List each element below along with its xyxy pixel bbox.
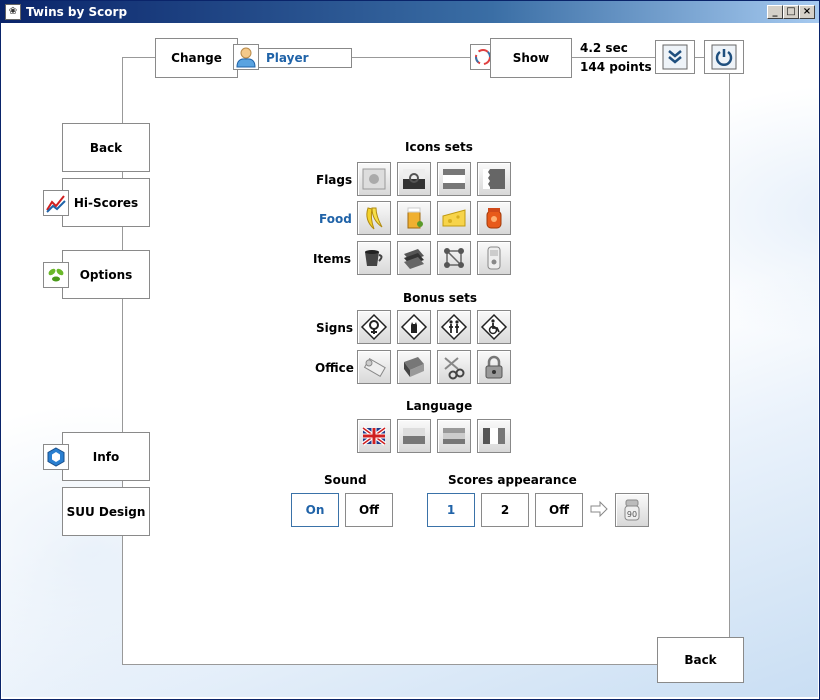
cheese-icon[interactable] <box>437 201 471 235</box>
scores-option-2-button[interactable]: 2 <box>481 493 529 527</box>
footer-back-button[interactable]: Back <box>657 637 744 683</box>
info-button[interactable]: Info <box>62 432 150 481</box>
bonus-set-label-office[interactable]: Office <box>315 361 354 375</box>
options-button[interactable]: Options <box>62 250 150 299</box>
scores-option-1-button[interactable]: 1 <box>427 493 475 527</box>
maximize-button[interactable]: □ <box>783 5 799 19</box>
bonus-sets-heading: Bonus sets <box>403 291 477 305</box>
cup-icon[interactable] <box>357 241 391 275</box>
close-button[interactable]: × <box>799 5 815 19</box>
scissors-icon[interactable] <box>437 350 471 384</box>
elapsed-time: 4.2 sec <box>580 41 628 55</box>
pedestrians-sign-icon[interactable] <box>437 310 471 344</box>
flag-4-icon[interactable] <box>477 162 511 196</box>
info-hexagon-icon <box>43 444 69 470</box>
language-3-icon[interactable] <box>437 419 471 453</box>
books-icon[interactable] <box>397 241 431 275</box>
icon-set-label-items[interactable]: Items <box>313 252 351 266</box>
language-heading: Language <box>406 399 473 413</box>
hiscores-button[interactable]: Hi-Scores <box>62 178 150 227</box>
double-chevron-down-icon <box>662 44 688 70</box>
leaf-icon <box>43 262 69 288</box>
sound-on-button[interactable]: On <box>291 493 339 527</box>
female-sign-icon[interactable] <box>357 310 391 344</box>
back-button[interactable]: Back <box>62 123 150 172</box>
power-icon <box>711 44 737 70</box>
scores-appearance-heading: Scores appearance <box>448 473 577 487</box>
collapse-button[interactable] <box>655 40 695 74</box>
flag-3-icon[interactable] <box>437 162 471 196</box>
user-icon <box>233 44 259 70</box>
cat-sign-icon[interactable] <box>397 310 431 344</box>
chart-icon <box>43 190 69 216</box>
scroll-icon[interactable] <box>357 350 391 384</box>
app-window: ❀ Twins by Scorp _ □ × Change Player Sho… <box>0 0 820 700</box>
window-title: Twins by Scorp <box>26 5 128 19</box>
change-player-button[interactable]: Change <box>155 38 238 78</box>
uk-flag-icon[interactable] <box>357 419 391 453</box>
twins-app-icon: ❀ <box>5 4 21 20</box>
molecule-icon[interactable] <box>437 241 471 275</box>
app-content: Change Player Show 4.2 sec 144 points Ba… <box>2 23 818 697</box>
wheelchair-sign-icon[interactable] <box>477 310 511 344</box>
right-arrow-icon <box>590 500 608 518</box>
language-4-icon[interactable] <box>477 419 511 453</box>
score-preview-icon: 90 <box>615 493 649 527</box>
scores-off-button[interactable]: Off <box>535 493 583 527</box>
sound-heading: Sound <box>324 473 367 487</box>
icon-set-label-flags[interactable]: Flags <box>316 173 352 187</box>
minimize-button[interactable]: _ <box>767 5 783 19</box>
flag-1-icon[interactable] <box>357 162 391 196</box>
beer-icon[interactable] <box>397 201 431 235</box>
sound-off-button[interactable]: Off <box>345 493 393 527</box>
icon-set-label-food[interactable]: Food <box>319 212 352 226</box>
svg-text:90: 90 <box>627 510 637 519</box>
title-bar: ❀ Twins by Scorp _ □ × <box>1 1 819 23</box>
jam-jar-icon[interactable] <box>477 201 511 235</box>
language-2-icon[interactable] <box>397 419 431 453</box>
cell-phone-icon[interactable] <box>477 241 511 275</box>
flag-2-icon[interactable] <box>397 162 431 196</box>
padlock-icon[interactable] <box>477 350 511 384</box>
points-value: 144 points <box>580 60 652 74</box>
icon-sets-heading: Icons sets <box>405 140 473 154</box>
notebook-icon[interactable] <box>397 350 431 384</box>
show-button[interactable]: Show <box>490 38 572 78</box>
banana-icon[interactable] <box>357 201 391 235</box>
suu-design-button[interactable]: SUU Design <box>62 487 150 536</box>
bonus-set-label-signs[interactable]: Signs <box>316 321 353 335</box>
power-button[interactable] <box>704 40 744 74</box>
player-name-field[interactable]: Player <box>254 48 352 68</box>
